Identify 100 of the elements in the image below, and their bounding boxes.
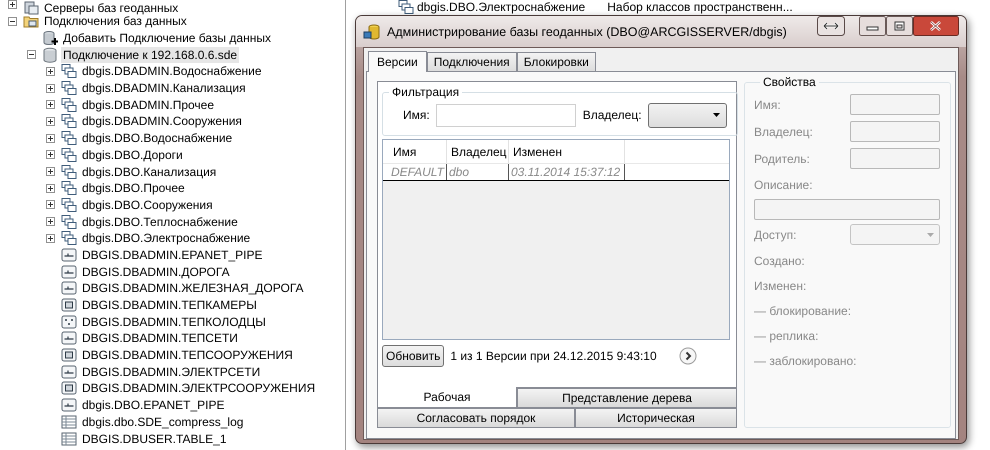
tree-toggle[interactable]: [46, 234, 55, 243]
tree-toggle[interactable]: [27, 50, 36, 60]
tree-item[interactable]: dbgis.DBADMIN.Сооружения: [80, 113, 244, 130]
owner-dropdown[interactable]: [648, 102, 727, 128]
tree-item[interactable]: DBGIS.DBADMIN.ТЕПКАМЕРЫ: [80, 297, 259, 314]
name-field[interactable]: [436, 104, 576, 126]
group-title: Фильтрация: [391, 85, 460, 99]
field-label: Доступ:: [754, 228, 796, 242]
tree-toggle[interactable]: [46, 200, 55, 210]
field-label: Имя:: [754, 98, 781, 112]
database-icon: [363, 22, 381, 40]
maximize-icon[interactable]: [886, 16, 913, 36]
next-icon[interactable]: [678, 346, 697, 364]
stacked-squares-icon: [61, 164, 77, 180]
tree-item[interactable]: DBGIS.DBADMIN.ТЕПСООРУЖЕНИЯ: [80, 347, 295, 364]
field-label: — блокирование:: [754, 304, 852, 318]
tree-item[interactable]: dbgis.DBO.Теплоснабжение: [80, 214, 240, 230]
field-label: — реплика:: [754, 328, 818, 342]
group-title: Свойства: [762, 75, 817, 89]
stacked-squares-icon: [61, 146, 77, 163]
tab[interactable]: Подключения: [426, 52, 517, 71]
stacked-squares-icon: [61, 80, 77, 96]
point-layer-icon: [61, 314, 77, 330]
database-plus-icon: [42, 30, 58, 46]
polygon-layer-icon: [61, 380, 77, 396]
item-name[interactable]: dbgis.DBO.Электроснабжение: [417, 0, 586, 14]
line-layer-icon: [61, 264, 77, 280]
item-type: Набор классов пространственн...: [607, 0, 793, 14]
refresh-button[interactable]: Обновить: [382, 344, 444, 366]
field-label: Владелец:: [582, 108, 642, 122]
line-layer-icon: [61, 397, 77, 414]
tree-toggle[interactable]: [46, 116, 55, 126]
tree-toggle[interactable]: [8, 16, 17, 26]
line-layer-icon: [61, 364, 77, 380]
line-layer-icon: [61, 280, 77, 296]
stacked-squares-icon: [61, 196, 77, 213]
tree-item[interactable]: dbgis.dbo.SDE_compress_log: [80, 414, 246, 430]
tree-toggle[interactable]: [46, 217, 55, 226]
tree-toggle[interactable]: [46, 150, 55, 160]
minimize-icon[interactable]: [859, 16, 886, 36]
tree-toggle[interactable]: [46, 184, 55, 193]
tree-item[interactable]: Добавить Подключение базы данных: [61, 30, 273, 46]
field-label: Описание:: [754, 178, 813, 192]
field-label: — заблокировано:: [754, 354, 857, 368]
tab[interactable]: Историческая: [575, 408, 737, 428]
database-icon: [42, 46, 58, 63]
field-label: Создано:: [754, 254, 805, 268]
tree-item[interactable]: DBGIS.DBADMIN.ТЕПКОЛОДЦЫ: [80, 314, 268, 330]
dropdown-arrow-icon: [712, 113, 720, 117]
stacked-squares-icon: [61, 63, 77, 80]
table-icon: [61, 414, 77, 430]
status-text: 1 из 1 Версии при 24.12.2015 9:43:10: [450, 348, 657, 362]
stacked-squares-icon: [61, 214, 77, 230]
tree-item[interactable]: DBGIS.DBADMIN.ЭЛЕКТРСООРУЖЕНИЯ: [80, 380, 318, 396]
tree-item[interactable]: DBGIS.DBADMIN.ЖЕЛЕЗНАЯ_ДОРОГА: [80, 280, 306, 296]
table-cell: 03.11.2014 15:37:12: [509, 164, 625, 180]
tree-item[interactable]: DBGIS.DBADMIN.ЭЛЕКТРСЕТИ: [80, 364, 262, 380]
field-label: Имя:: [403, 108, 430, 122]
stacked-squares-icon: [61, 96, 77, 113]
table-cell: DEFAULT: [389, 164, 447, 180]
table-icon: [61, 430, 77, 447]
tree-toggle[interactable]: [46, 100, 55, 110]
stacked-squares-icon: [61, 113, 77, 130]
tab[interactable]: Рабочая: [377, 387, 517, 408]
tree-item[interactable]: Серверы баз геоданных: [42, 0, 180, 16]
tree-toggle[interactable]: [46, 84, 55, 93]
tree-item[interactable]: DBGIS.DBADMIN.ТЕПСЕТИ: [80, 330, 240, 346]
tree-item[interactable]: dbgis.DBADMIN.Водоснабжение: [80, 63, 264, 80]
tree-item[interactable]: dbgis.DBO.Прочее: [80, 180, 187, 196]
tab[interactable]: Блокировки: [516, 52, 596, 71]
tree-toggle[interactable]: [46, 134, 55, 143]
tree-item[interactable]: Подключение к 192.168.0.6.sde: [61, 46, 240, 63]
tree-item[interactable]: dbgis.DBO.EPANET_PIPE: [80, 397, 226, 414]
window-title: Администрирование базы геоданных (DBO@ARCGISSERVER/dbgis): [387, 24, 788, 38]
close-icon[interactable]: [913, 16, 959, 36]
polygon-layer-icon: [61, 297, 77, 314]
tree-item[interactable]: dbgis.DBO.Водоснабжение: [80, 130, 234, 146]
tree-item[interactable]: dbgis.DBO.Сооружения: [80, 196, 215, 213]
tree-toggle[interactable]: [8, 0, 17, 9]
tree-item[interactable]: dbgis.DBO.Дороги: [80, 146, 185, 163]
tree-item[interactable]: DBGIS.DBADMIN.EPANET_PIPE: [80, 246, 264, 263]
tree-item[interactable]: Подключения баз данных: [42, 13, 189, 30]
tree-item[interactable]: dbgis.DBO.Канализация: [80, 164, 218, 180]
tab[interactable]: Согласовать порядок: [377, 408, 575, 428]
tree-item[interactable]: dbgis.DBO.Электроснабжение: [80, 230, 252, 246]
tab[interactable]: Версии: [368, 51, 427, 72]
tree-item[interactable]: DBGIS.DBADMIN.ДОРОГА: [80, 264, 232, 280]
tab[interactable]: Представление дерева: [517, 388, 737, 408]
dropdown-arrow-icon: [927, 232, 934, 236]
stacked-squares-icon: [61, 230, 77, 246]
field-label: Изменен:: [754, 278, 806, 292]
field-label: Родитель:: [754, 152, 810, 166]
line-layer-icon: [61, 246, 77, 263]
tree-toggle[interactable]: [46, 167, 55, 176]
tree-item[interactable]: dbgis.DBADMIN.Прочее: [80, 96, 216, 113]
tree-toggle[interactable]: [46, 66, 55, 76]
tree-item[interactable]: dbgis.DBADMIN.Канализация: [80, 80, 248, 96]
resize-arrows-icon[interactable]: [817, 16, 845, 36]
tree-item[interactable]: DBGIS.DBUSER.TABLE_1: [80, 430, 228, 447]
table-cell: dbo: [447, 164, 509, 180]
